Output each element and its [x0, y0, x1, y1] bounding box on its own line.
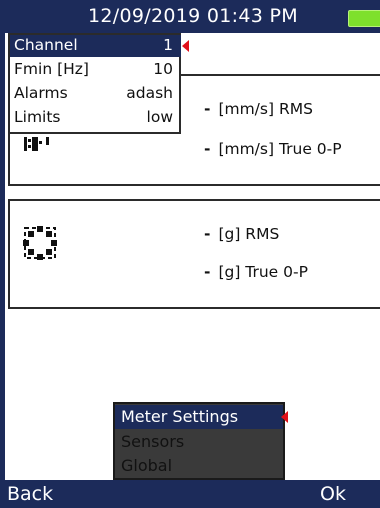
menu-item-channel[interactable]: Channel 1 — [10, 35, 181, 57]
battery-icon — [348, 10, 380, 27]
value-dash: - — [204, 100, 211, 118]
selection-marker-icon — [182, 40, 189, 52]
popup-item-label: Global — [121, 456, 173, 475]
popup-item-meter-settings[interactable]: Meter Settings — [115, 405, 283, 429]
acceleration-rms-label: [g] RMS — [218, 225, 280, 243]
menu-item-label: Alarms — [14, 84, 68, 102]
value-dash: - — [204, 225, 211, 243]
menu-item-fmin[interactable]: Fmin [Hz] 10 — [10, 59, 181, 81]
meter-settings-menu: Channel 1 Fmin [Hz] 10 Alarms adash Limi… — [8, 33, 189, 134]
menu-item-label: Limits — [14, 108, 61, 126]
menu-item-value: low — [146, 108, 173, 126]
menu-item-value: 10 — [153, 60, 173, 78]
value-dash: - — [204, 263, 211, 281]
menu-item-value: 1 — [163, 36, 173, 54]
accelerometer-icon — [23, 226, 57, 260]
acceleration-rms-line: - [g] RMS — [204, 225, 279, 243]
velocity-rms-line: - [mm/s] RMS — [204, 100, 313, 118]
menu-item-value: adash — [126, 84, 173, 102]
popup-item-label: Sensors — [121, 432, 185, 451]
velocity-true-peak-line: - [mm/s] True 0-P — [204, 140, 342, 158]
value-dash: - — [204, 140, 211, 158]
velocity-true-peak-label: [mm/s] True 0-P — [218, 140, 342, 158]
popup-item-sensors[interactable]: Sensors — [115, 430, 283, 454]
status-bar: 12/09/2019 01:43 PM — [0, 0, 380, 33]
acceleration-true-peak-label: [g] True 0-P — [218, 263, 308, 281]
soft-key-bar: Back Ok — [0, 480, 380, 508]
menu-item-limits[interactable]: Limits low — [10, 107, 181, 129]
popup-item-label: Meter Settings — [121, 407, 239, 426]
selection-marker-icon — [281, 411, 288, 423]
back-button[interactable]: Back — [7, 483, 53, 505]
menu-item-alarms[interactable]: Alarms adash — [10, 83, 181, 105]
acceleration-true-peak-line: - [g] True 0-P — [204, 263, 308, 281]
options-popup: Meter Settings Sensors Global — [113, 402, 288, 480]
velocity-rms-label: [mm/s] RMS — [218, 100, 313, 118]
date-time: 12/09/2019 01:43 PM — [88, 5, 298, 27]
popup-item-global[interactable]: Global — [115, 454, 283, 478]
vibration-sensor-icon — [24, 137, 49, 151]
acceleration-panel: - [g] RMS - [g] True 0-P — [8, 199, 380, 309]
menu-item-label: Channel — [14, 36, 78, 54]
ok-button[interactable]: Ok — [320, 483, 346, 505]
menu-item-label: Fmin [Hz] — [14, 60, 89, 78]
